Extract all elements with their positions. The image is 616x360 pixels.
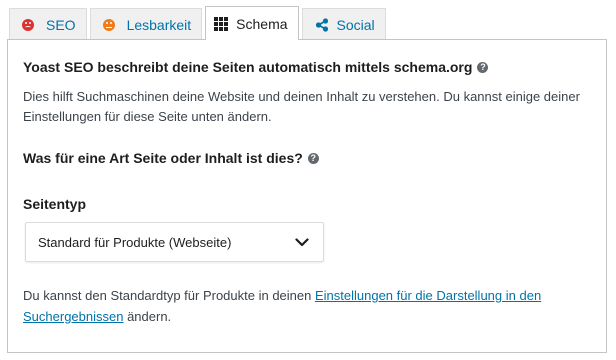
page-type-selected-value: Standard für Produkte (Webseite)	[38, 234, 232, 250]
content-type-question-text: Was für eine Art Seite oder Inhalt ist d…	[23, 150, 303, 166]
schema-headline-text: Yoast SEO beschreibt deine Seiten automa…	[23, 59, 473, 75]
tab-seo-label: SEO	[46, 16, 76, 33]
schema-description: Dies hilft Suchmaschinen deine Website u…	[23, 89, 580, 124]
neutral-face-icon	[102, 18, 115, 31]
tab-lesbarkeit[interactable]: Lesbarkeit	[89, 8, 203, 40]
help-icon[interactable]: ?	[307, 152, 319, 164]
schema-panel: Yoast SEO beschreibt deine Seiten automa…	[7, 39, 607, 353]
chevron-down-icon	[295, 237, 309, 246]
page-type-label: Seitentyp	[23, 196, 87, 212]
tab-social[interactable]: Social	[301, 8, 386, 40]
sad-face-icon	[22, 18, 34, 31]
settings-note-prefix: Du kannst den Standardtyp für Produkte i…	[23, 288, 315, 303]
schema-headline: Yoast SEO beschreibt deine Seiten automa…	[23, 59, 489, 75]
tab-schema-label: Schema	[236, 15, 288, 32]
tab-seo[interactable]: SEO	[9, 8, 87, 40]
tab-social-label: Social	[336, 16, 375, 33]
content-type-question: Was für eine Art Seite oder Inhalt ist d…	[23, 150, 319, 166]
metabox-tabs: SEO Lesbarkeit Schema Social	[9, 6, 389, 40]
tab-lesbarkeit-label: Lesbarkeit	[126, 16, 192, 33]
page-type-select[interactable]: Standard für Produkte (Webseite)	[25, 222, 324, 262]
settings-note-suffix: ändern.	[123, 309, 172, 324]
settings-note: Du kannst den Standardtyp für Produkte i…	[23, 285, 583, 327]
share-icon	[315, 17, 328, 32]
tab-schema[interactable]: Schema	[205, 6, 299, 40]
grid-icon	[214, 16, 229, 31]
help-icon[interactable]: ?	[477, 61, 489, 73]
